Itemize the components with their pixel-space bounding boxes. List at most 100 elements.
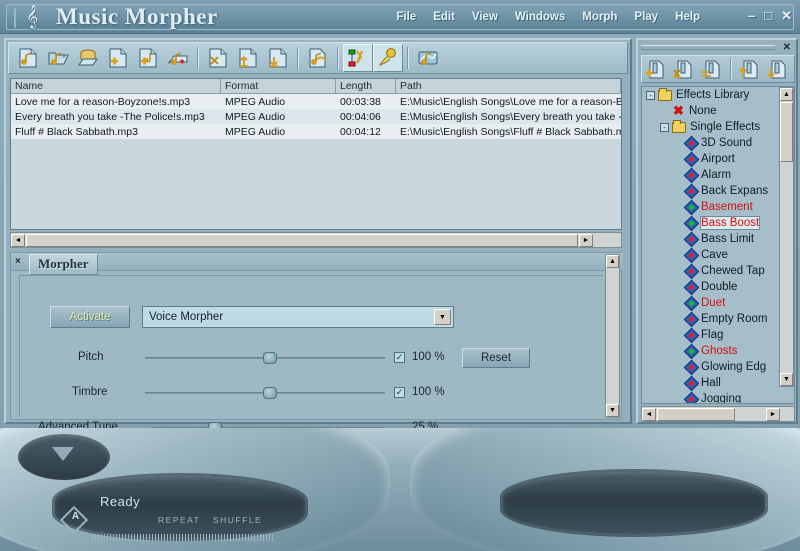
delete-effect-icon[interactable] bbox=[670, 56, 698, 82]
tree-expander-icon[interactable]: - bbox=[660, 123, 669, 132]
file-list[interactable]: Name Format Length Path Love me for a re… bbox=[10, 78, 622, 230]
activate-button[interactable]: Activate bbox=[50, 306, 130, 328]
morpher-close-icon[interactable]: × bbox=[15, 256, 21, 267]
hscroll-thumb[interactable] bbox=[26, 234, 578, 247]
move-down-icon[interactable] bbox=[263, 44, 293, 72]
table-row[interactable]: Every breath you take -The Police!s.mp3M… bbox=[11, 109, 621, 124]
move-up-icon[interactable] bbox=[233, 44, 263, 72]
tree-item-single-effects[interactable]: - Single Effects bbox=[642, 119, 781, 135]
maximize-button[interactable]: □ bbox=[764, 10, 772, 22]
export-effect-icon[interactable] bbox=[764, 56, 792, 82]
morph-audio-icon[interactable] bbox=[303, 44, 333, 72]
tree-item-effects-library[interactable]: -Effects Library bbox=[642, 87, 781, 103]
menu-item-edit[interactable]: Edit bbox=[433, 11, 455, 23]
new-file-icon[interactable] bbox=[13, 44, 43, 72]
tree-item-cave[interactable]: Cave bbox=[642, 247, 781, 263]
effects-panel-close-icon[interactable]: ✕ bbox=[783, 42, 791, 53]
tree-scroll-up-icon[interactable]: ▲ bbox=[780, 88, 793, 101]
column-header-path[interactable]: Path bbox=[396, 79, 621, 93]
tree-item-back-expans[interactable]: Back Expans bbox=[642, 183, 781, 199]
wave-edit-icon[interactable] bbox=[413, 44, 443, 72]
add-file-icon[interactable] bbox=[103, 44, 133, 72]
timbre-slider-thumb[interactable] bbox=[263, 387, 277, 399]
menu-bar[interactable]: File Edit View Windows Morph Play Help bbox=[396, 11, 700, 23]
tree-item-alarm[interactable]: Alarm bbox=[642, 167, 781, 183]
tree-item-bass-limit[interactable]: Bass Limit bbox=[642, 231, 781, 247]
cut-file-icon[interactable] bbox=[203, 44, 233, 72]
save-file-icon[interactable] bbox=[73, 44, 103, 72]
reset-button[interactable]: Reset bbox=[462, 348, 530, 368]
jog-wheel[interactable] bbox=[18, 434, 110, 480]
effects-tree-hscrollbar[interactable]: ◄ ► bbox=[641, 406, 795, 422]
effects-panel-gripbar[interactable]: ✕ bbox=[641, 42, 793, 54]
menu-item-view[interactable]: View bbox=[472, 11, 498, 23]
tree-hscroll-thumb[interactable] bbox=[657, 408, 735, 421]
tree-scroll-left-icon[interactable]: ◄ bbox=[642, 408, 656, 421]
repeat-button[interactable]: REPEAT bbox=[158, 515, 200, 525]
menu-item-morph[interactable]: Morph bbox=[582, 11, 617, 23]
pitch-value: 100 % bbox=[412, 351, 445, 363]
file-list-hscrollbar[interactable]: ◄ ► bbox=[10, 232, 622, 248]
timbre-label: Timbre bbox=[72, 386, 107, 398]
menu-item-play[interactable]: Play bbox=[634, 11, 658, 23]
open-file-icon[interactable] bbox=[43, 44, 73, 72]
table-row[interactable]: Fluff # Black Sabbath.mp3MPEG Audio00:04… bbox=[11, 124, 621, 139]
pitch-checkbox[interactable]: ✓ bbox=[394, 352, 405, 363]
menu-item-file[interactable]: File bbox=[396, 11, 416, 23]
shuffle-button[interactable]: SHUFFLE bbox=[213, 515, 262, 525]
tree-item-hall[interactable]: Hall bbox=[642, 375, 781, 391]
microphone-icon[interactable] bbox=[373, 44, 403, 72]
tree-item-bass-boost[interactable]: Bass Boost bbox=[642, 215, 781, 231]
cd-record-icon[interactable] bbox=[163, 44, 193, 72]
player-logo-letter: A bbox=[72, 511, 79, 522]
timbre-checkbox[interactable]: ✓ bbox=[394, 387, 405, 398]
drag-grip[interactable] bbox=[641, 45, 775, 50]
morpher-scroll-down-icon[interactable]: ▼ bbox=[606, 404, 619, 417]
tree-item-ghosts[interactable]: Ghosts bbox=[642, 343, 781, 359]
column-header-format[interactable]: Format bbox=[221, 79, 336, 93]
scroll-left-icon[interactable]: ◄ bbox=[11, 234, 25, 247]
tree-item-label: Single Effects bbox=[690, 121, 760, 133]
tree-item-empty-room[interactable]: Empty Room bbox=[642, 311, 781, 327]
window-controls[interactable]: – □ ✕ bbox=[748, 10, 792, 22]
morpher-scroll-up-icon[interactable]: ▲ bbox=[606, 255, 619, 268]
effects-tree-icon[interactable] bbox=[343, 44, 373, 72]
menu-item-windows[interactable]: Windows bbox=[515, 11, 565, 23]
chevron-down-icon[interactable]: ▼ bbox=[434, 309, 451, 325]
tree-item-chewed-tap[interactable]: Chewed Tap bbox=[642, 263, 781, 279]
column-header-name[interactable]: Name bbox=[11, 79, 221, 93]
scroll-right-icon[interactable]: ► bbox=[579, 234, 593, 247]
minimize-button[interactable]: – bbox=[748, 10, 755, 22]
tree-item-double[interactable]: Double bbox=[642, 279, 781, 295]
add-music-icon[interactable] bbox=[133, 44, 163, 72]
tree-item-duet[interactable]: Duet bbox=[642, 295, 781, 311]
tree-expander-icon[interactable]: - bbox=[646, 91, 655, 100]
tree-item-3d-sound[interactable]: 3D Sound bbox=[642, 135, 781, 151]
tree-item-jogging[interactable]: Jogging bbox=[642, 391, 781, 403]
pitch-slider-thumb[interactable] bbox=[263, 352, 277, 364]
column-header-length[interactable]: Length bbox=[336, 79, 396, 93]
tree-scroll-down-icon[interactable]: ▼ bbox=[780, 373, 793, 386]
tree-item-airport[interactable]: Airport bbox=[642, 151, 781, 167]
player-lcd-display bbox=[55, 476, 305, 538]
morpher-vscrollbar[interactable]: ▲ ▼ bbox=[605, 254, 620, 418]
tree-scroll-right-icon[interactable]: ► bbox=[766, 408, 780, 421]
menu-item-help[interactable]: Help bbox=[675, 11, 700, 23]
app-title: Music Morpher bbox=[56, 4, 218, 30]
tree-item-none[interactable]: ✖None bbox=[642, 103, 781, 119]
add-effect-icon[interactable] bbox=[642, 56, 670, 82]
preset-dropdown[interactable]: Voice Morpher ▼ bbox=[142, 306, 454, 328]
effects-panel: ✕ -Effects Library✖None - Single Effects 3D… bbox=[636, 38, 798, 424]
morpher-tab[interactable]: Morpher bbox=[29, 254, 98, 275]
table-row[interactable]: Love me for a reason-Boyzone!s.mp3MPEG A… bbox=[11, 94, 621, 109]
effects-tree-vscrollbar[interactable]: ▲ ▼ bbox=[779, 87, 794, 387]
tree-item-glowing-edg[interactable]: Glowing Edg bbox=[642, 359, 781, 375]
tree-vscroll-thumb[interactable] bbox=[780, 102, 793, 162]
tree-item-flag[interactable]: Flag bbox=[642, 327, 781, 343]
import-effect-icon[interactable] bbox=[736, 56, 764, 82]
folder-icon bbox=[672, 122, 686, 133]
edit-effect-icon[interactable] bbox=[698, 56, 726, 82]
tree-item-basement[interactable]: Basement bbox=[642, 199, 781, 215]
effects-tree[interactable]: -Effects Library✖None - Single Effects 3D S… bbox=[641, 86, 795, 404]
close-button[interactable]: ✕ bbox=[781, 10, 792, 22]
